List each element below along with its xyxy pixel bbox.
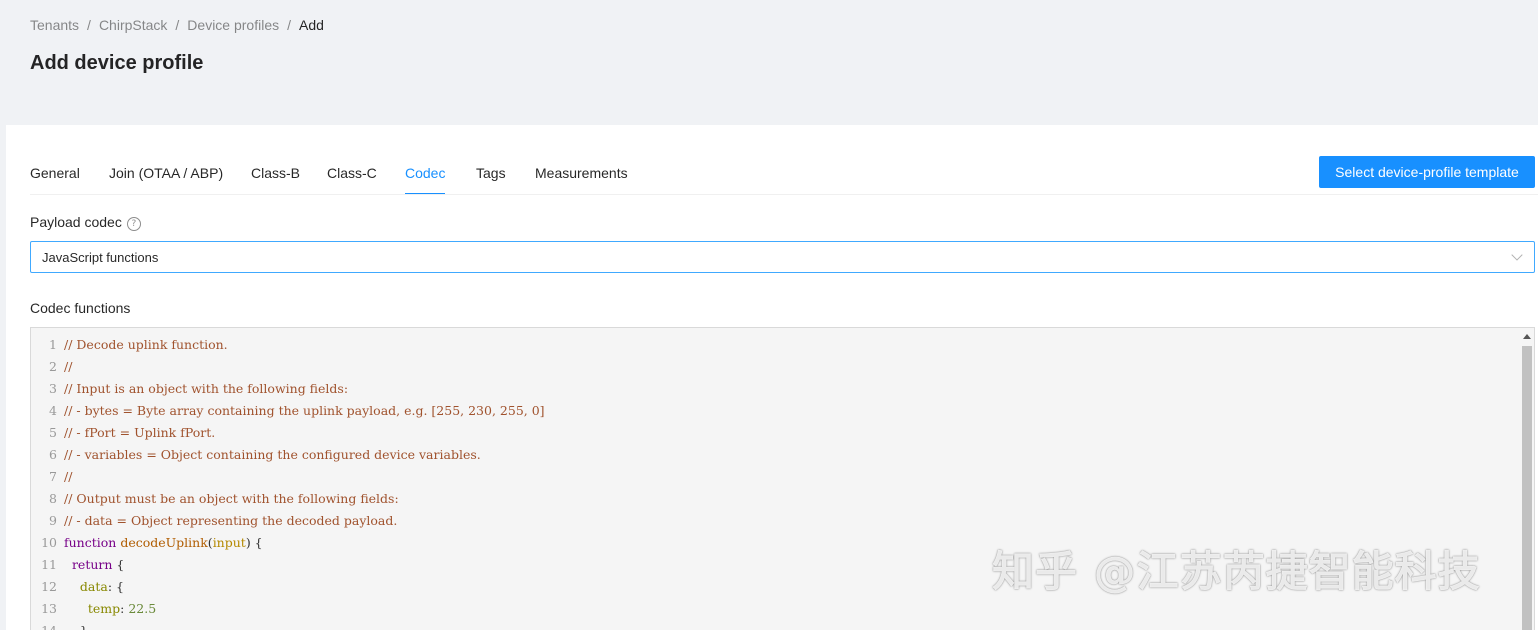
code-token: decodeUplink — [120, 535, 208, 550]
tab-join[interactable]: Join (OTAA / ABP) — [109, 165, 223, 181]
page-title: Add device profile — [30, 52, 204, 74]
page-header: Tenants / ChirpStack / Device profiles / Add A… — [0, 0, 1538, 125]
line-number: 10 — [41, 535, 57, 550]
line-number: 12 — [41, 579, 57, 594]
code-token: return — [71, 557, 113, 572]
code-token: function — [64, 535, 121, 550]
line-number: 7 — [49, 469, 57, 484]
code-line: 14 } — [31, 620, 1518, 630]
code-line: 8 // Output must be an object with the fo… — [31, 488, 1518, 510]
line-number: 4 — [49, 403, 57, 418]
code-token: // - variables = Object containing the c… — [64, 447, 481, 462]
breadcrumb-separator: / — [175, 17, 180, 33]
code-token: // - data = Object representing the deco… — [64, 513, 398, 528]
codec-editor[interactable]: 1 // Decode uplink function. 2 // 3 // Input … — [30, 327, 1535, 630]
code-line: 3 // Input is an object with the followin… — [31, 378, 1518, 400]
code-token: } — [80, 623, 88, 630]
code-token: // Input is an object with the following… — [64, 381, 349, 396]
scroll-thumb[interactable] — [1522, 346, 1532, 630]
code-line: 11 return { — [31, 554, 1518, 576]
device-profile-form-card: General Join (OTAA / ABP) Class-B Class-… — [6, 125, 1538, 630]
scroll-up-arrow-icon[interactable] — [1523, 334, 1531, 339]
code-lines: 1 // Decode uplink function. 2 // 3 // Input … — [31, 334, 1518, 630]
code-token: // — [64, 469, 73, 484]
code-line: 7 // — [31, 466, 1518, 488]
line-number: 2 — [49, 359, 57, 374]
breadcrumb-tenants[interactable]: Tenants — [30, 17, 79, 33]
code-line: 4 // - bytes = Byte array containing the … — [31, 400, 1518, 422]
code-token: : { — [107, 579, 124, 594]
code-line: 12 data: { — [31, 576, 1518, 598]
code-line: 6 // - variables = Object containing the … — [31, 444, 1518, 466]
tab-general[interactable]: General — [30, 165, 80, 181]
line-number: 6 — [49, 447, 57, 462]
tab-class-b[interactable]: Class-B — [251, 165, 300, 181]
line-number: 11 — [41, 557, 57, 572]
editor-scrollbar[interactable] — [1520, 328, 1534, 630]
line-number: 3 — [49, 381, 57, 396]
code-token: { — [112, 557, 125, 572]
line-number: 5 — [49, 425, 57, 440]
chevron-down-icon — [1511, 249, 1523, 261]
tab-codec[interactable]: Codec — [405, 165, 445, 181]
breadcrumb: Tenants / ChirpStack / Device profiles / Add — [30, 17, 324, 33]
tab-measurements[interactable]: Measurements — [535, 165, 628, 181]
select-template-button[interactable]: Select device-profile template — [1319, 156, 1535, 188]
code-token: data — [79, 579, 108, 594]
code-token: temp — [87, 601, 121, 616]
code-token: ) { — [245, 535, 263, 550]
tab-tags[interactable]: Tags — [476, 165, 506, 181]
code-token: // — [64, 359, 73, 374]
line-number: 9 — [49, 513, 57, 528]
code-token: // - bytes = Byte array containing the u… — [64, 403, 545, 418]
line-number: 1 — [49, 337, 57, 352]
question-circle-icon[interactable]: ? — [126, 217, 141, 231]
code-line: 1 // Decode uplink function. — [31, 334, 1518, 356]
code-token: 22.5 — [128, 601, 157, 616]
codec-functions-label: Codec functions — [30, 300, 131, 316]
breadcrumb-current: Add — [299, 17, 324, 33]
payload-codec-label-text: Payload codec — [30, 214, 122, 230]
code-line: 2 // — [31, 356, 1518, 378]
code-line: 10 function decodeUplink(input) { — [31, 532, 1518, 554]
tab-class-c[interactable]: Class-C — [327, 165, 377, 181]
code-token: // Decode uplink function. — [64, 337, 228, 352]
code-line: 9 // - data = Object representing the dec… — [31, 510, 1518, 532]
line-number: 14 — [31, 620, 64, 630]
line-number: 13 — [41, 601, 57, 616]
payload-codec-select[interactable]: JavaScript functions — [30, 241, 1535, 273]
breadcrumb-separator: / — [87, 17, 91, 33]
code-token: // Output must be an object with the fol… — [64, 491, 399, 506]
code-token: input — [212, 535, 246, 550]
breadcrumb-device-profiles[interactable]: Device profiles — [187, 17, 279, 33]
breadcrumb-chirpstack[interactable]: ChirpStack — [99, 17, 167, 33]
breadcrumb-separator: / — [287, 17, 292, 33]
payload-codec-value: JavaScript functions — [42, 250, 159, 265]
tab-divider — [30, 194, 1538, 195]
line-number: 8 — [49, 491, 57, 506]
code-line: 13 temp: 22.5 — [31, 598, 1518, 620]
code-line: 5 // - fPort = Uplink fPort. — [31, 422, 1518, 444]
payload-codec-label: Payload codec? — [30, 214, 141, 231]
code-token: // - fPort = Uplink fPort. — [64, 425, 216, 440]
tab-bar: General Join (OTAA / ABP) Class-B Class-… — [30, 155, 1538, 195]
